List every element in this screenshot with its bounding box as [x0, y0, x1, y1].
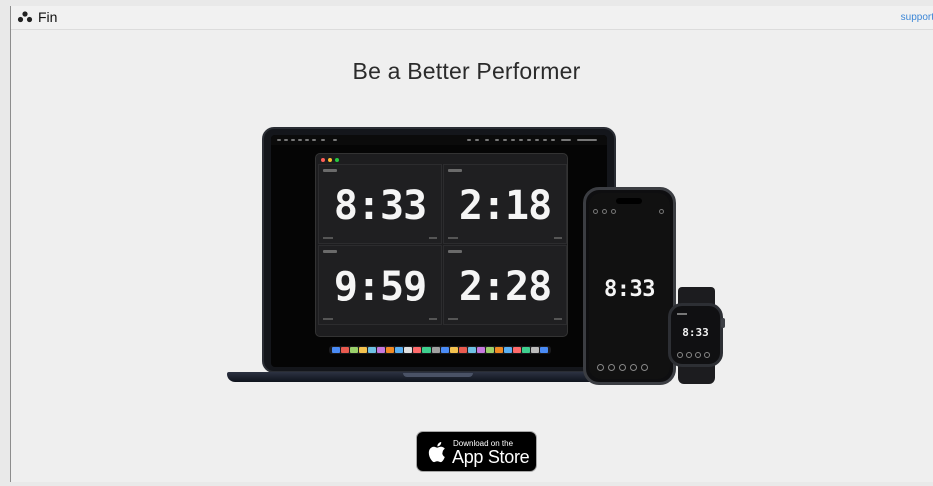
app-store-badge[interactable]: Download on the App Store: [416, 431, 537, 472]
brand-name: Fin: [38, 9, 58, 25]
watch-controls: [677, 352, 710, 358]
timer-tile[interactable]: 2:28: [443, 245, 567, 325]
watch-crown: [721, 318, 725, 328]
timer-tile[interactable]: 2:18: [443, 164, 567, 244]
badge-big-text: App Store: [452, 447, 530, 467]
brand[interactable]: Fin: [17, 9, 57, 25]
phone-screen: 8:33: [589, 193, 670, 379]
timer-tile[interactable]: 8:33: [318, 164, 442, 244]
laptop-notch: [403, 373, 473, 377]
apple-logo-icon: [428, 442, 445, 463]
app-window: 8:33 2:18 9:59 2:28: [315, 153, 568, 337]
mac-menu-bar: [271, 135, 607, 145]
phone-timer-value: 8:33: [604, 277, 655, 302]
timer-value: 8:33: [333, 183, 427, 229]
phone-toolbar: [593, 208, 666, 216]
watch-timer-value: 8:33: [682, 326, 709, 339]
top-bar: Fin support: [11, 6, 933, 30]
support-link[interactable]: support: [901, 12, 933, 23]
phone-frame: 8:33: [583, 187, 676, 385]
laptop-screen: 8:33 2:18 9:59 2:28: [271, 135, 607, 367]
watch-frame: 8:33: [668, 303, 723, 367]
mac-dock: [329, 346, 551, 354]
page-title: Be a Better Performer: [352, 58, 581, 84]
three-dots-logo-icon: [17, 11, 33, 23]
dynamic-island: [616, 198, 642, 204]
window-controls: [321, 158, 339, 162]
phone-controls: [597, 364, 648, 371]
timer-tile[interactable]: 9:59: [318, 245, 442, 325]
timer-value: 2:18: [458, 183, 552, 229]
timer-value: 9:59: [333, 264, 427, 310]
timer-value: 2:28: [458, 264, 552, 310]
